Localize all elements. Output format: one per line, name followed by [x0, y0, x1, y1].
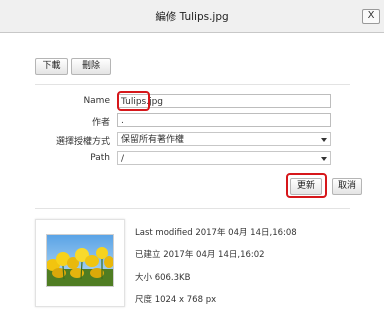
created-text: 已建立 2017年 04月 14日,16:02 — [135, 250, 265, 260]
name-label: Name — [83, 96, 110, 106]
cancel-button[interactable]: 取消 — [332, 178, 362, 195]
chevron-down-icon — [321, 157, 327, 161]
author-label: 作者 — [91, 118, 110, 128]
close-button[interactable]: X — [362, 9, 380, 24]
image-preview — [46, 234, 114, 287]
update-highlight — [286, 173, 327, 198]
divider — [35, 208, 350, 209]
delete-button[interactable]: 刪除 — [71, 58, 111, 75]
author-field[interactable]: . — [117, 113, 331, 127]
license-select-value: 保留所有著作權 — [121, 135, 185, 145]
file-size-text: 大小 606.3KB — [135, 273, 191, 283]
author-field-value: . — [121, 116, 124, 126]
dimensions-text: 尺度 1024 x 768 px — [135, 295, 217, 305]
path-label: Path — [90, 153, 110, 163]
tulips-image — [47, 235, 113, 286]
path-select[interactable]: / — [117, 151, 331, 165]
name-highlight — [117, 91, 150, 111]
chevron-down-icon — [321, 138, 327, 142]
divider — [35, 84, 350, 85]
download-button[interactable]: 下載 — [35, 58, 68, 75]
license-label: 選擇授權方式 — [55, 137, 110, 147]
license-select[interactable]: 保留所有著作權 — [117, 132, 331, 146]
dialog-title: 編修 Tulips.jpg — [155, 11, 229, 23]
path-select-value: / — [121, 154, 125, 164]
last-modified-text: Last modified 2017年 04月 14日,16:08 — [135, 228, 297, 238]
dialog-titlebar: 編修 Tulips.jpg X — [0, 0, 384, 33]
